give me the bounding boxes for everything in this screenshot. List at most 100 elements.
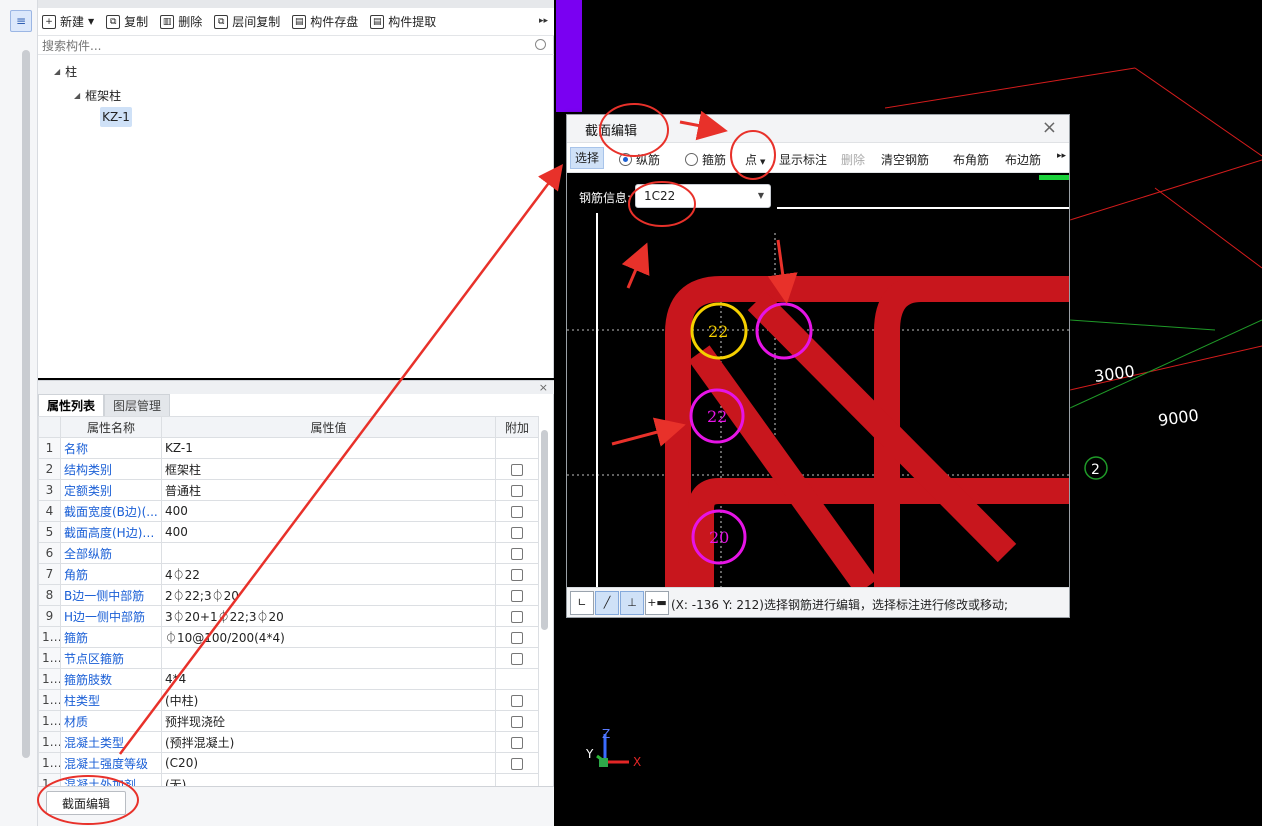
coordinate-axes-icon: Z Y X: [585, 727, 641, 769]
component-list-panel: +新建▼ ⧉复制 ▥删除 ⧉层间复制 ▤构件存盘 ▤构件提取 ▸▸ ◢柱 ◢框架…: [38, 0, 554, 378]
table-row[interactable]: 11 节点区箍筋: [38, 647, 539, 669]
extra-checkbox[interactable]: [511, 463, 523, 476]
table-row[interactable]: 4 截面宽度(B边)(... 400: [38, 500, 539, 522]
section-drawing: 22 22 20: [567, 175, 1069, 587]
longitudinal-radio[interactable]: 纵筋: [619, 151, 660, 168]
new-dropdown-icon: ▼: [88, 17, 95, 26]
toolbar-more-icon[interactable]: ▸▸: [539, 16, 548, 26]
table-row[interactable]: 8 B边一侧中部筋 2⏀22;3⏀20: [38, 584, 539, 606]
property-value[interactable]: [161, 647, 496, 669]
property-value[interactable]: [161, 542, 496, 564]
edge-rebar-button[interactable]: 布边筋: [1005, 151, 1041, 168]
list-view-icon[interactable]: ≡: [10, 10, 32, 32]
property-value[interactable]: 3⏀20+1⏀22;3⏀20: [161, 605, 496, 627]
extra-cell: [495, 563, 539, 585]
extra-checkbox[interactable]: [511, 610, 523, 623]
perpendicular-snap-button[interactable]: ⊥: [620, 591, 644, 615]
extra-checkbox[interactable]: [511, 652, 523, 665]
progress-indicator: [1039, 175, 1069, 180]
dialog-title-bar[interactable]: 截面编辑 ×: [567, 115, 1069, 143]
layer-copy-button[interactable]: ⧉ 层间复制: [214, 13, 280, 30]
search-input[interactable]: [38, 37, 508, 54]
tab-property-list[interactable]: 属性列表: [38, 394, 105, 416]
table-row[interactable]: 14 材质 预拌现浇砼: [38, 710, 539, 732]
extra-checkbox[interactable]: [511, 589, 523, 602]
table-row[interactable]: 6 全部纵筋: [38, 542, 539, 564]
property-value[interactable]: ⏀10@100/200(4*4): [161, 626, 496, 648]
property-name: 材质: [60, 710, 162, 732]
show-label-button[interactable]: 显示标注: [779, 151, 827, 168]
property-value[interactable]: 400: [161, 521, 496, 543]
table-row[interactable]: 1 名称 KZ-1: [38, 437, 539, 459]
property-value[interactable]: 4*4: [161, 668, 496, 690]
tree-node-column[interactable]: ◢ 柱: [54, 63, 77, 80]
left-scrollbar[interactable]: [22, 50, 30, 758]
property-value[interactable]: (中柱): [161, 689, 496, 711]
section-canvas[interactable]: 22 22 20 钢筋信息: 1C22 ▼: [567, 173, 1069, 587]
tab-layer-management[interactable]: 图层管理: [104, 394, 171, 416]
property-value[interactable]: 4⏀22: [161, 563, 496, 585]
extract-component-button[interactable]: ▤ 构件提取: [370, 13, 436, 30]
close-icon[interactable]: ×: [539, 381, 548, 394]
table-row[interactable]: 9 H边一侧中部筋 3⏀20+1⏀22;3⏀20: [38, 605, 539, 627]
corner-rebar-button[interactable]: 布角筋: [953, 151, 989, 168]
extra-checkbox[interactable]: [511, 484, 523, 497]
table-row[interactable]: 16 混凝土强度等级 (C20): [38, 752, 539, 774]
header-property-value: 属性值: [161, 416, 496, 438]
extra-checkbox[interactable]: [511, 631, 523, 644]
table-row[interactable]: 10 箍筋 ⏀10@100/200(4*4): [38, 626, 539, 648]
delete-button-disabled[interactable]: 删除: [841, 151, 865, 168]
line-snap-button[interactable]: ╱: [595, 591, 619, 615]
property-value[interactable]: 400: [161, 500, 496, 522]
table-row[interactable]: 5 截面高度(H边)(... 400: [38, 521, 539, 543]
table-row[interactable]: 2 结构类别 框架柱: [38, 458, 539, 480]
chevron-down-icon: ▼: [760, 158, 766, 166]
extra-cell: [495, 752, 539, 774]
tree-node-kz1[interactable]: KZ-1: [100, 107, 132, 127]
row-index: 4: [38, 500, 61, 522]
extra-checkbox[interactable]: [511, 547, 523, 560]
extra-checkbox[interactable]: [511, 568, 523, 581]
property-value[interactable]: 2⏀22;3⏀20: [161, 584, 496, 606]
property-scrollbar[interactable]: [541, 430, 548, 630]
table-row[interactable]: 15 混凝土类型 (预拌混凝土): [38, 731, 539, 753]
table-row[interactable]: 12 箍筋肢数 4*4: [38, 668, 539, 690]
property-value[interactable]: (C20): [161, 752, 496, 774]
close-icon[interactable]: ×: [1042, 117, 1057, 138]
add-point-button[interactable]: +▬: [645, 591, 669, 615]
table-row[interactable]: 7 角筋 4⏀22: [38, 563, 539, 585]
table-row[interactable]: 3 定额类别 普通柱: [38, 479, 539, 501]
property-panel-header: ×: [38, 380, 554, 394]
save-component-button[interactable]: ▤ 构件存盘: [292, 13, 358, 30]
select-button[interactable]: 选择: [570, 147, 604, 169]
extra-checkbox[interactable]: [511, 694, 523, 707]
stirrup-radio[interactable]: 箍筋: [685, 151, 726, 168]
extra-checkbox[interactable]: [511, 505, 523, 518]
tree-node-frame-column[interactable]: ◢ 框架柱: [74, 87, 121, 104]
section-edit-button[interactable]: 截面编辑: [46, 791, 126, 815]
property-value[interactable]: 框架柱: [161, 458, 496, 480]
delete-button[interactable]: ▥ 删除: [160, 13, 202, 30]
extra-checkbox[interactable]: [511, 736, 523, 749]
property-value[interactable]: 预拌现浇砼: [161, 710, 496, 732]
extra-checkbox[interactable]: [511, 757, 523, 770]
dialog-toolbar: 选择 纵筋 箍筋 点 ▼ 显示标注 删除 清空钢筋 布角筋 布边筋 ▸▸: [567, 143, 1069, 173]
extra-checkbox[interactable]: [511, 715, 523, 728]
property-value[interactable]: (预拌混凝土): [161, 731, 496, 753]
search-icon[interactable]: [535, 39, 546, 50]
new-button[interactable]: + 新建 ▼: [42, 13, 94, 30]
orthogonal-snap-button[interactable]: ∟: [570, 591, 594, 615]
point-dropdown[interactable]: 点 ▼: [745, 151, 765, 168]
expand-icon[interactable]: ◢: [74, 91, 80, 100]
clear-rebar-button[interactable]: 清空钢筋: [881, 151, 929, 168]
copy-button[interactable]: ⧉ 复制: [106, 13, 148, 30]
grid-lines-green: [1069, 319, 1262, 409]
row-index: 6: [38, 542, 61, 564]
rebar-info-select[interactable]: 1C22 ▼: [635, 184, 771, 208]
extra-checkbox[interactable]: [511, 526, 523, 539]
expand-icon[interactable]: ◢: [54, 67, 60, 76]
property-value[interactable]: 普通柱: [161, 479, 496, 501]
table-row[interactable]: 13 柱类型 (中柱): [38, 689, 539, 711]
dialog-toolbar-more-icon[interactable]: ▸▸: [1057, 151, 1066, 161]
property-value[interactable]: KZ-1: [161, 437, 496, 459]
